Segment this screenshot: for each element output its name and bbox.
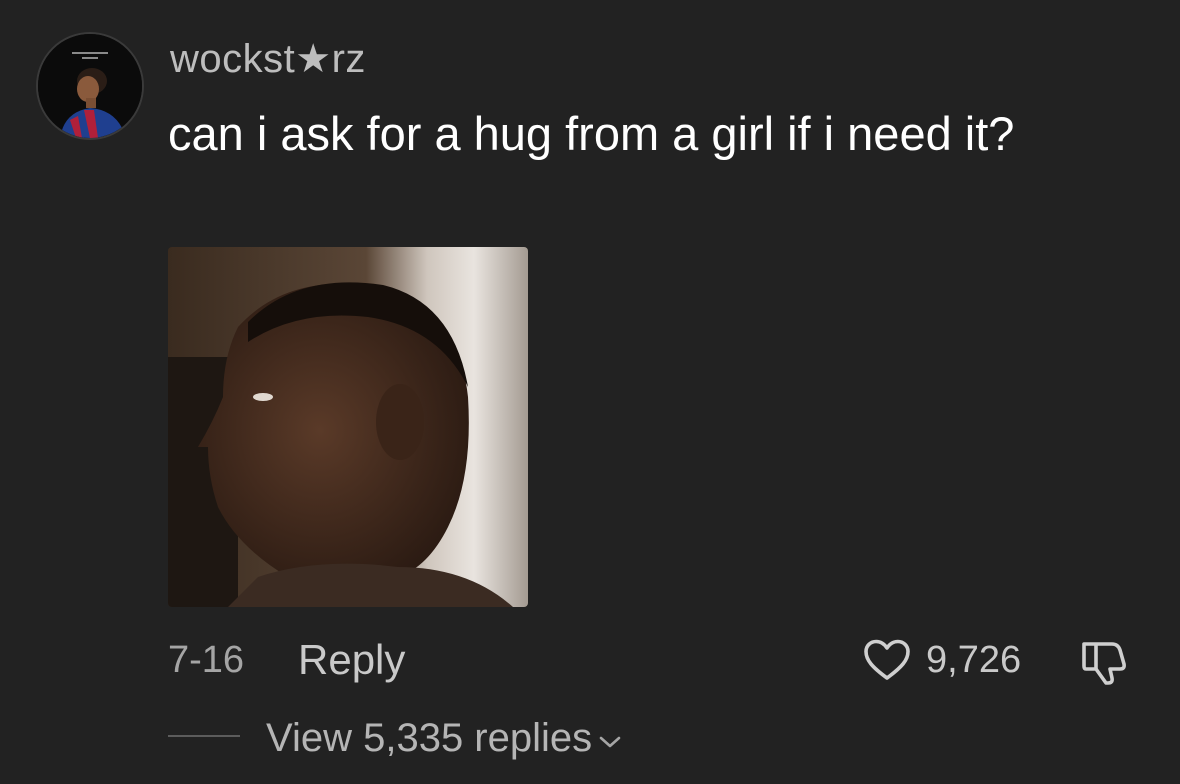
replies-divider [168,735,240,737]
comment-text: can i ask for a hug from a girl if i nee… [168,107,1015,160]
view-replies-label: View 5,335 replies [266,716,593,760]
view-replies-button[interactable]: View 5,335 replies [266,712,622,764]
username[interactable]: wockst★rz [170,34,366,84]
chevron-down-icon [599,736,621,748]
like-button[interactable]: 9,726 [862,634,1021,686]
profile-photo-icon [38,34,142,138]
heart-outline-icon [864,639,910,680]
user-avatar[interactable] [36,32,144,140]
reaction-gif-image[interactable] [168,247,528,607]
thumbs-down-icon [1082,642,1126,685]
reply-button[interactable]: Reply [298,634,405,686]
like-count: 9,726 [926,639,1022,681]
comment-date: 7-16 [168,639,245,681]
dislike-button[interactable] [1078,638,1134,686]
